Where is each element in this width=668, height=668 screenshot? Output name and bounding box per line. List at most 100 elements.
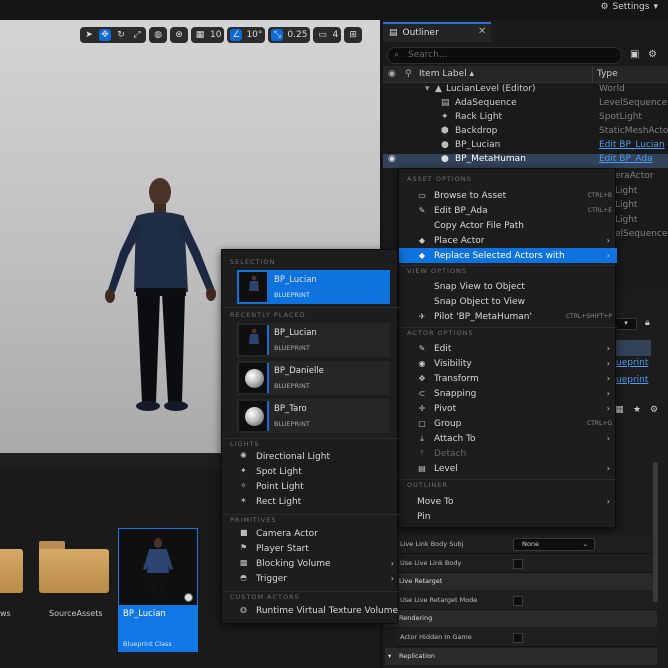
blueprint-link[interactable]: ueprint — [616, 375, 648, 385]
menu-item-snap-view-to-object[interactable]: Snap View to Object — [399, 279, 617, 294]
menu-item-pin[interactable]: Pin — [399, 509, 617, 524]
asset-name: BP_Lucian — [123, 609, 166, 619]
tab-outliner[interactable]: ▤ Outliner — [383, 22, 491, 42]
menu-item-spot-light[interactable]: ✦ Spot Light — [222, 466, 399, 481]
edit-blueprint-link[interactable]: Edit BP_Ada — [599, 154, 668, 164]
settings-button[interactable]: ⚙ Settings ▾ — [600, 2, 658, 12]
asset-class: Blueprint Class — [123, 640, 172, 648]
translate-tool-icon[interactable]: ✥ — [99, 29, 111, 41]
expand-icon[interactable]: ▾ — [425, 84, 430, 94]
menu-item-blocking-volume[interactable]: ▩ Blocking Volume › — [222, 558, 399, 573]
star-icon[interactable]: ★ — [633, 405, 641, 415]
details-dropdown[interactable]: ▾ — [615, 318, 637, 330]
surface-snap[interactable]: ⊛ — [170, 27, 188, 43]
detail-row: Use Live Retarget Mode — [395, 591, 657, 610]
select-tool-icon[interactable]: ➤ — [83, 29, 95, 41]
details-scrollbar[interactable] — [653, 462, 658, 602]
menu-item-visibility[interactable]: ◉ Visibility › — [399, 356, 617, 371]
asset-card-recent[interactable]: BP_Danielle BLUEPRINT — [237, 361, 390, 395]
chevron-down-icon: ▾ — [388, 652, 392, 660]
outliner-row-selected[interactable]: ◉ ● BP_MetaHuman Edit BP_Ada — [383, 154, 668, 168]
menu-item-snap-object-to-view[interactable]: Snap Object to View — [399, 294, 617, 309]
edit-blueprint-link[interactable]: Edit BP_Lucian — [599, 140, 668, 150]
level-icon: ▤ — [418, 464, 426, 473]
outliner-icon: ▤ — [389, 28, 398, 38]
gear-icon[interactable]: ⚙ — [650, 405, 658, 415]
asset-card-recent[interactable]: BP_Lucian BLUEPRINT — [237, 323, 390, 357]
column-item-label[interactable]: Item Label ▴ — [419, 69, 474, 79]
character-thumbnail — [249, 275, 259, 300]
details-section-header[interactable]: Rendering — [385, 610, 657, 627]
menu-item-directional-light[interactable]: ✺ Directional Light — [222, 451, 399, 466]
eye-icon[interactable]: ◉ — [388, 69, 396, 79]
menu-item-copy-actor-file-path[interactable]: Copy Actor File Path — [399, 218, 617, 233]
menu-item-pivot[interactable]: ✛ Pivot › — [399, 401, 617, 416]
camera-speed[interactable]: ▭ 4 — [313, 27, 342, 43]
grid-icon: ▦ — [195, 30, 205, 40]
menu-item-edit[interactable]: ✎ Edit › — [399, 341, 617, 356]
angle-snap-value: 10° — [246, 30, 263, 40]
add-folder-icon[interactable]: ▣ — [630, 49, 639, 60]
scale-snap[interactable]: ⤡ 0.25 — [268, 27, 311, 43]
menu-item-browse-to-asset[interactable]: ▭ Browse to Asset CTRL+B — [399, 188, 617, 203]
menu-item-trigger[interactable]: ◓ Trigger › — [222, 573, 399, 588]
outliner-row[interactable]: ✦ Rack Light SpotLight — [383, 112, 668, 126]
blueprint-asset-tile[interactable]: BP_Lucian Blueprint Class — [118, 528, 198, 652]
blueprint-link[interactable]: ueprint — [616, 358, 648, 368]
use-live-link-body-checkbox[interactable] — [513, 559, 523, 569]
spotlight-icon: ✦ — [441, 112, 449, 122]
gear-icon[interactable]: ⚙ — [648, 49, 657, 60]
grid-snap[interactable]: ▦ 10 — [191, 27, 225, 43]
rotate-tool-icon[interactable]: ↻ — [115, 29, 127, 41]
details-section-header[interactable]: ▾ Replication — [385, 648, 657, 665]
folder-tile[interactable] — [39, 541, 109, 593]
pin-icon[interactable]: ⚲ — [405, 69, 412, 79]
outliner-row-type: SpotLight — [599, 112, 642, 122]
eye-icon[interactable]: ◉ — [388, 154, 396, 164]
column-type[interactable]: Type — [597, 69, 618, 79]
menu-item-player-start[interactable]: ⚑ Player Start — [222, 543, 399, 558]
outliner-row[interactable]: ⬢ Backdrop StaticMeshActor — [383, 126, 668, 140]
actor-hidden-checkbox[interactable] — [513, 633, 523, 643]
sphere-thumbnail — [245, 369, 264, 388]
menu-item-edit-blueprint[interactable]: ✎ Edit BP_Ada CTRL+E — [399, 203, 617, 218]
section-primitives: PRIMITIVES — [230, 516, 277, 524]
metahuman-character[interactable] — [98, 172, 228, 422]
replace-actor-icon: ◆ — [418, 251, 426, 260]
menu-item-camera-actor[interactable]: ■ Camera Actor — [222, 528, 399, 543]
menu-item-place-actor[interactable]: ◆ Place Actor › — [399, 233, 617, 248]
menu-item-snapping[interactable]: ⊂ Snapping › — [399, 386, 617, 401]
folder-tile[interactable] — [0, 541, 23, 593]
asset-name: BP_Danielle — [274, 366, 324, 376]
outliner-row-type: LevelSequence — [599, 98, 668, 108]
lock-icon[interactable]: 🔒︎ — [645, 318, 650, 328]
details-section-header[interactable]: Live Retarget — [385, 573, 657, 590]
menu-item-runtime-virtual-texture-volume[interactable]: ◍ Runtime Virtual Texture Volume — [222, 605, 399, 620]
menu-item-group[interactable]: ▢ Group CTRL+G — [399, 416, 617, 431]
menu-item-move-to[interactable]: Move To › — [399, 494, 617, 509]
outliner-row[interactable]: ▾ ▲ LucianLevel (Editor) World — [383, 84, 668, 98]
menu-item-point-light[interactable]: ✧ Point Light — [222, 481, 399, 496]
coord-space[interactable]: ◍ — [149, 27, 167, 43]
scale-tool-icon[interactable]: ⤢ — [131, 29, 143, 41]
asset-card-selection[interactable]: BP_Lucian BLUEPRINT — [237, 270, 390, 304]
outliner-search-input[interactable]: Search... — [387, 47, 622, 64]
close-icon[interactable]: ✕ — [478, 26, 486, 37]
use-live-retarget-checkbox[interactable] — [513, 596, 523, 606]
menu-item-attach-to[interactable]: ⤓ Attach To › — [399, 431, 617, 446]
outliner-header: ◉ ⚲ Item Label ▴ Type — [383, 66, 668, 83]
angle-snap[interactable]: ∠ 10° — [227, 27, 266, 43]
menu-item-replace-selected-actors[interactable]: ◆ Replace Selected Actors with › — [399, 248, 617, 263]
outliner-row[interactable]: ▤ AdaSequence LevelSequence — [383, 98, 668, 112]
viewport-layout[interactable]: ⊞ — [344, 27, 363, 43]
menu-item-transform[interactable]: ✥ Transform › — [399, 371, 617, 386]
group-icon: ▢ — [418, 419, 426, 428]
menu-item-rect-light[interactable]: ✶ Rect Light — [222, 496, 399, 511]
live-link-body-subject-select[interactable]: None ⌄ — [513, 538, 595, 551]
asset-card-recent[interactable]: BP_Taro BLUEPRINT — [237, 399, 390, 433]
details-selected-row[interactable] — [615, 340, 651, 356]
menu-item-pilot-actor[interactable]: ✈ Pilot 'BP_MetaHuman' CTRL+SHIFT+P — [399, 309, 617, 324]
menu-item-level[interactable]: ▤ Level › — [399, 461, 617, 476]
outliner-row[interactable]: ● BP_Lucian Edit BP_Lucian — [383, 140, 668, 154]
section-recently-placed: RECENTLY PLACED — [230, 311, 306, 319]
